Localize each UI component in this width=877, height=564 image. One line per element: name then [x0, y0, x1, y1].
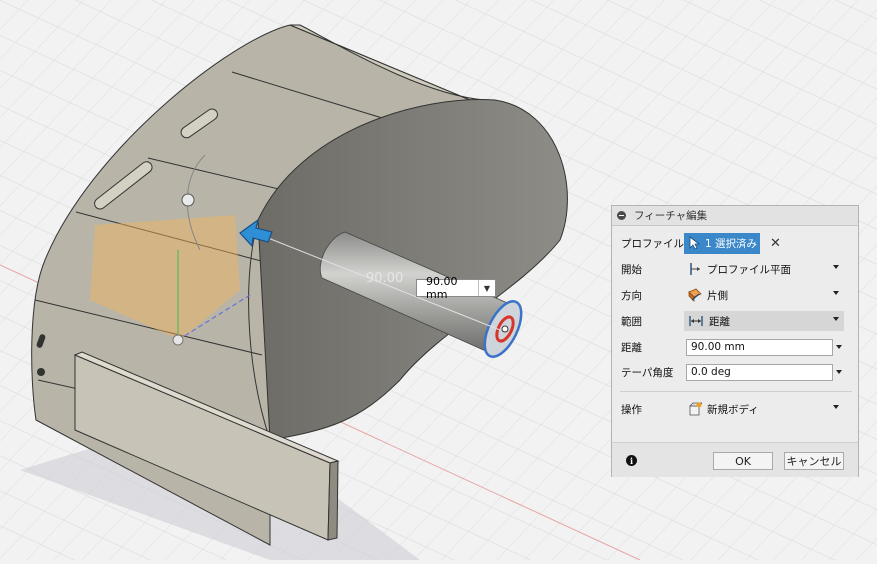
taper-chevron-down-icon[interactable] [836, 370, 842, 374]
dimension-input-value[interactable]: 90.00 mm [417, 275, 478, 301]
dimension-ghost-text: 90.00 [366, 271, 403, 286]
extent-select[interactable]: 距離 [684, 311, 844, 331]
dialog-title: フィーチャ編集 [634, 210, 708, 222]
distance-input[interactable]: 90.00 mm [686, 338, 833, 356]
dialog-header[interactable]: フィーチャ編集 [612, 206, 858, 226]
direction-select[interactable]: 片側 [684, 285, 844, 305]
start-select[interactable]: プロファイル平面 [684, 259, 844, 279]
profile-value: 1 選択済み [705, 237, 758, 250]
direction-label: 方向 [621, 289, 642, 302]
extent-label: 範囲 [621, 315, 642, 328]
distance-icon [689, 316, 703, 326]
origin-point [172, 334, 184, 346]
extent-value: 距離 [709, 315, 730, 328]
cancel-button[interactable]: キャンセル [784, 452, 844, 470]
bottom-plate-edge [327, 460, 339, 541]
direction-value: 片側 [707, 289, 728, 302]
extent-chevron-down-icon [833, 317, 839, 321]
row-distance: 距離 90.00 mm [612, 336, 860, 358]
dimension-dropdown-icon[interactable]: ▼ [478, 280, 495, 296]
ok-button[interactable]: OK [713, 452, 773, 470]
operation-value: 新規ボディ [707, 403, 759, 416]
cursor-icon [689, 236, 700, 250]
profile-select-button[interactable]: 1 選択済み [684, 232, 760, 254]
row-taper: テーパ角度 0.0 deg [612, 361, 860, 383]
dialog-footer: i OK キャンセル [612, 442, 858, 477]
taper-label: テーパ角度 [621, 366, 674, 379]
start-value: プロファイル平面 [707, 263, 791, 276]
distance-label: 距離 [621, 341, 642, 354]
start-label: 開始 [621, 263, 642, 276]
profile-plane-icon [690, 263, 700, 275]
start-chevron-down-icon [833, 265, 839, 269]
row-direction: 方向 片側 [612, 284, 860, 306]
row-operation: 操作 新規ボディ [612, 398, 860, 420]
clear-selection-icon[interactable]: ✕ [770, 236, 781, 251]
taper-input[interactable]: 0.0 deg [686, 363, 833, 381]
feature-edit-dialog: フィーチャ編集 プロファイル 1 選択済み ✕ 開始 プロファイル平面 方向 片… [611, 205, 859, 477]
new-body-icon [689, 402, 702, 416]
rotate-handle[interactable] [181, 193, 195, 207]
operation-label: 操作 [621, 403, 642, 416]
operation-chevron-down-icon [833, 405, 839, 409]
direction-chevron-down-icon [833, 291, 839, 295]
profile-center [501, 325, 509, 333]
one-side-icon [688, 288, 702, 302]
row-extent: 範囲 距離 [612, 310, 860, 332]
distance-chevron-down-icon[interactable] [836, 345, 842, 349]
operation-select[interactable]: 新規ボディ [684, 399, 844, 419]
dimension-input-box[interactable]: 90.00 mm ▼ [416, 275, 496, 301]
divider [620, 391, 852, 392]
row-start: 開始 プロファイル平面 [612, 258, 860, 280]
profile-label: プロファイル [621, 237, 684, 250]
collapse-icon[interactable] [617, 211, 626, 220]
side-hole [37, 368, 45, 376]
row-profile: プロファイル 1 選択済み ✕ [612, 232, 860, 254]
info-icon[interactable]: i [626, 455, 637, 466]
